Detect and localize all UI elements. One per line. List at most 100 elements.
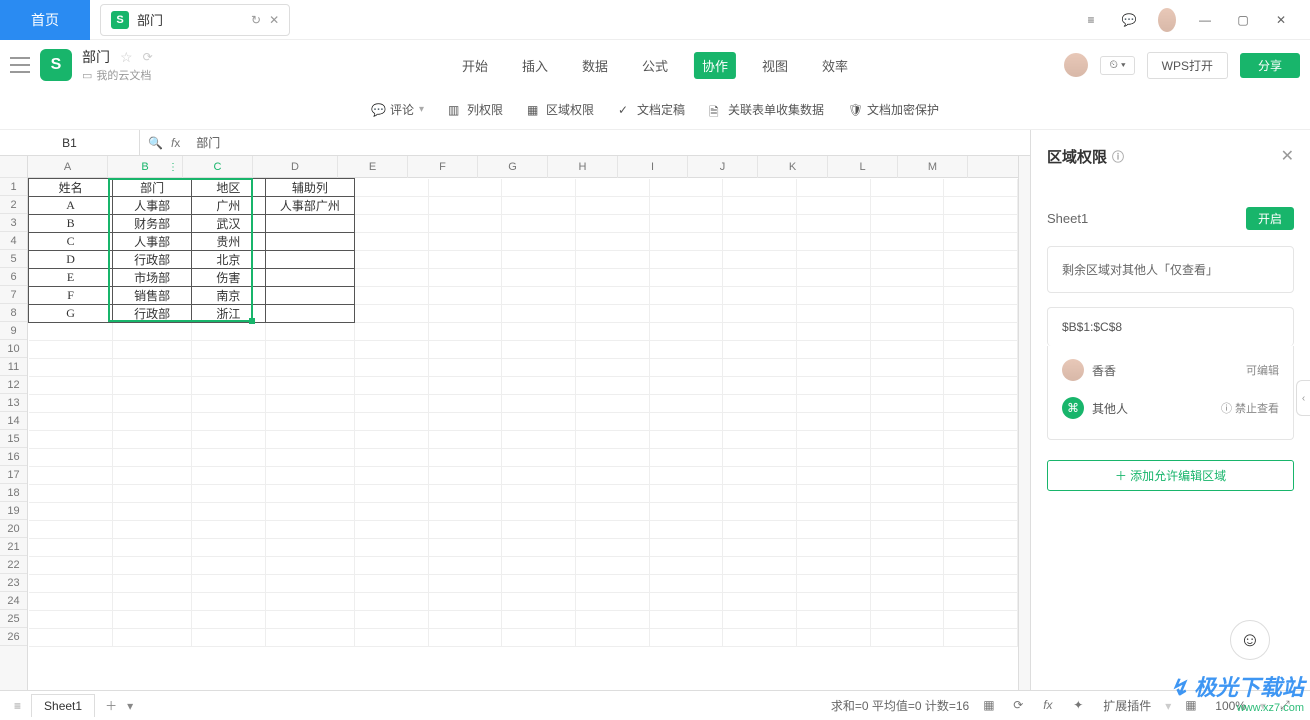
cell[interactable] [265, 485, 354, 503]
cell[interactable] [649, 611, 723, 629]
cell[interactable] [723, 179, 797, 197]
cell[interactable] [355, 377, 429, 395]
cell[interactable] [796, 467, 870, 485]
row-header[interactable]: 24 [0, 592, 27, 610]
cell[interactable] [796, 323, 870, 341]
cell[interactable] [944, 305, 1018, 323]
cell[interactable] [355, 269, 429, 287]
cell[interactable] [355, 179, 429, 197]
cell[interactable]: 辅助列 [265, 179, 354, 197]
cell[interactable] [576, 233, 650, 251]
cell[interactable] [192, 539, 266, 557]
cell[interactable] [192, 395, 266, 413]
cell[interactable] [796, 431, 870, 449]
menu-插入[interactable]: 插入 [514, 52, 556, 79]
cell[interactable] [649, 377, 723, 395]
cell[interactable] [265, 251, 354, 269]
menu-公式[interactable]: 公式 [634, 52, 676, 79]
cell[interactable] [576, 593, 650, 611]
cell[interactable]: 人事部广州 [265, 197, 354, 215]
cell[interactable] [576, 611, 650, 629]
cell[interactable] [428, 251, 502, 269]
cell[interactable]: 人事部 [113, 197, 192, 215]
cell[interactable]: 人事部 [113, 233, 192, 251]
cell[interactable] [796, 359, 870, 377]
cell[interactable] [355, 485, 429, 503]
col-header[interactable]: F [408, 156, 478, 178]
cell[interactable]: 行政部 [113, 305, 192, 323]
cell[interactable]: 财务部 [113, 215, 192, 233]
cell[interactable] [29, 359, 113, 377]
refresh-status-icon[interactable]: ⟳ [1013, 698, 1029, 714]
cell[interactable] [355, 575, 429, 593]
cell[interactable] [723, 521, 797, 539]
row-header[interactable]: 15 [0, 430, 27, 448]
plugin-icon[interactable]: ✦ [1073, 698, 1089, 714]
cell[interactable] [502, 179, 576, 197]
cell[interactable] [265, 467, 354, 485]
cell[interactable] [649, 575, 723, 593]
cell[interactable] [649, 593, 723, 611]
row-header[interactable]: 26 [0, 628, 27, 646]
cell[interactable] [355, 395, 429, 413]
cell[interactable] [576, 629, 650, 647]
cell[interactable] [870, 359, 944, 377]
cell[interactable]: F [29, 287, 113, 305]
cell[interactable] [576, 215, 650, 233]
row-header[interactable]: 22 [0, 556, 27, 574]
cell[interactable] [576, 377, 650, 395]
cell[interactable] [265, 323, 354, 341]
cell[interactable] [355, 629, 429, 647]
cell[interactable] [355, 323, 429, 341]
cell[interactable] [428, 503, 502, 521]
cell[interactable] [29, 341, 113, 359]
cell[interactable]: D [29, 251, 113, 269]
doc-location[interactable]: 我的云文档 [96, 67, 151, 83]
cell[interactable] [944, 629, 1018, 647]
history-button[interactable]: ⏲ ▾ [1100, 56, 1134, 75]
wps-open-button[interactable]: WPS打开 [1147, 52, 1228, 79]
sheet-menu-icon[interactable]: ▾ [127, 699, 133, 713]
row-header[interactable]: 16 [0, 448, 27, 466]
cell[interactable] [113, 323, 192, 341]
cell[interactable] [355, 449, 429, 467]
fx-icon[interactable]: fx [171, 136, 180, 150]
cell[interactable] [428, 539, 502, 557]
cell[interactable] [113, 557, 192, 575]
cell[interactable] [29, 323, 113, 341]
collapse-panel-icon[interactable]: ‹ [1296, 380, 1310, 416]
menu-开始[interactable]: 开始 [454, 52, 496, 79]
cell[interactable] [428, 413, 502, 431]
cell[interactable] [428, 359, 502, 377]
cell[interactable] [944, 179, 1018, 197]
col-header[interactable]: M [898, 156, 968, 178]
cell[interactable] [265, 431, 354, 449]
cell[interactable] [502, 215, 576, 233]
cell[interactable] [870, 197, 944, 215]
cell[interactable] [502, 575, 576, 593]
cell[interactable] [355, 431, 429, 449]
cell[interactable] [576, 323, 650, 341]
cell[interactable] [502, 359, 576, 377]
cell[interactable] [796, 179, 870, 197]
cell[interactable] [576, 449, 650, 467]
cell[interactable] [29, 539, 113, 557]
col-menu-icon[interactable]: ⋮ [168, 162, 178, 173]
add-editable-area-button[interactable]: ＋ 添加允许编辑区域 [1047, 460, 1294, 491]
cell[interactable] [355, 503, 429, 521]
cell[interactable] [796, 611, 870, 629]
sheet-tab[interactable]: Sheet1 [31, 694, 95, 717]
cell[interactable] [113, 539, 192, 557]
cell[interactable] [502, 269, 576, 287]
cell[interactable] [265, 377, 354, 395]
row-header[interactable]: 23 [0, 574, 27, 592]
cell[interactable] [944, 341, 1018, 359]
cell[interactable] [576, 539, 650, 557]
cell[interactable] [723, 359, 797, 377]
row-header[interactable]: 7 [0, 286, 27, 304]
cell[interactable] [870, 395, 944, 413]
cell[interactable] [796, 557, 870, 575]
cell[interactable] [576, 431, 650, 449]
cell[interactable] [796, 575, 870, 593]
cell[interactable] [428, 575, 502, 593]
